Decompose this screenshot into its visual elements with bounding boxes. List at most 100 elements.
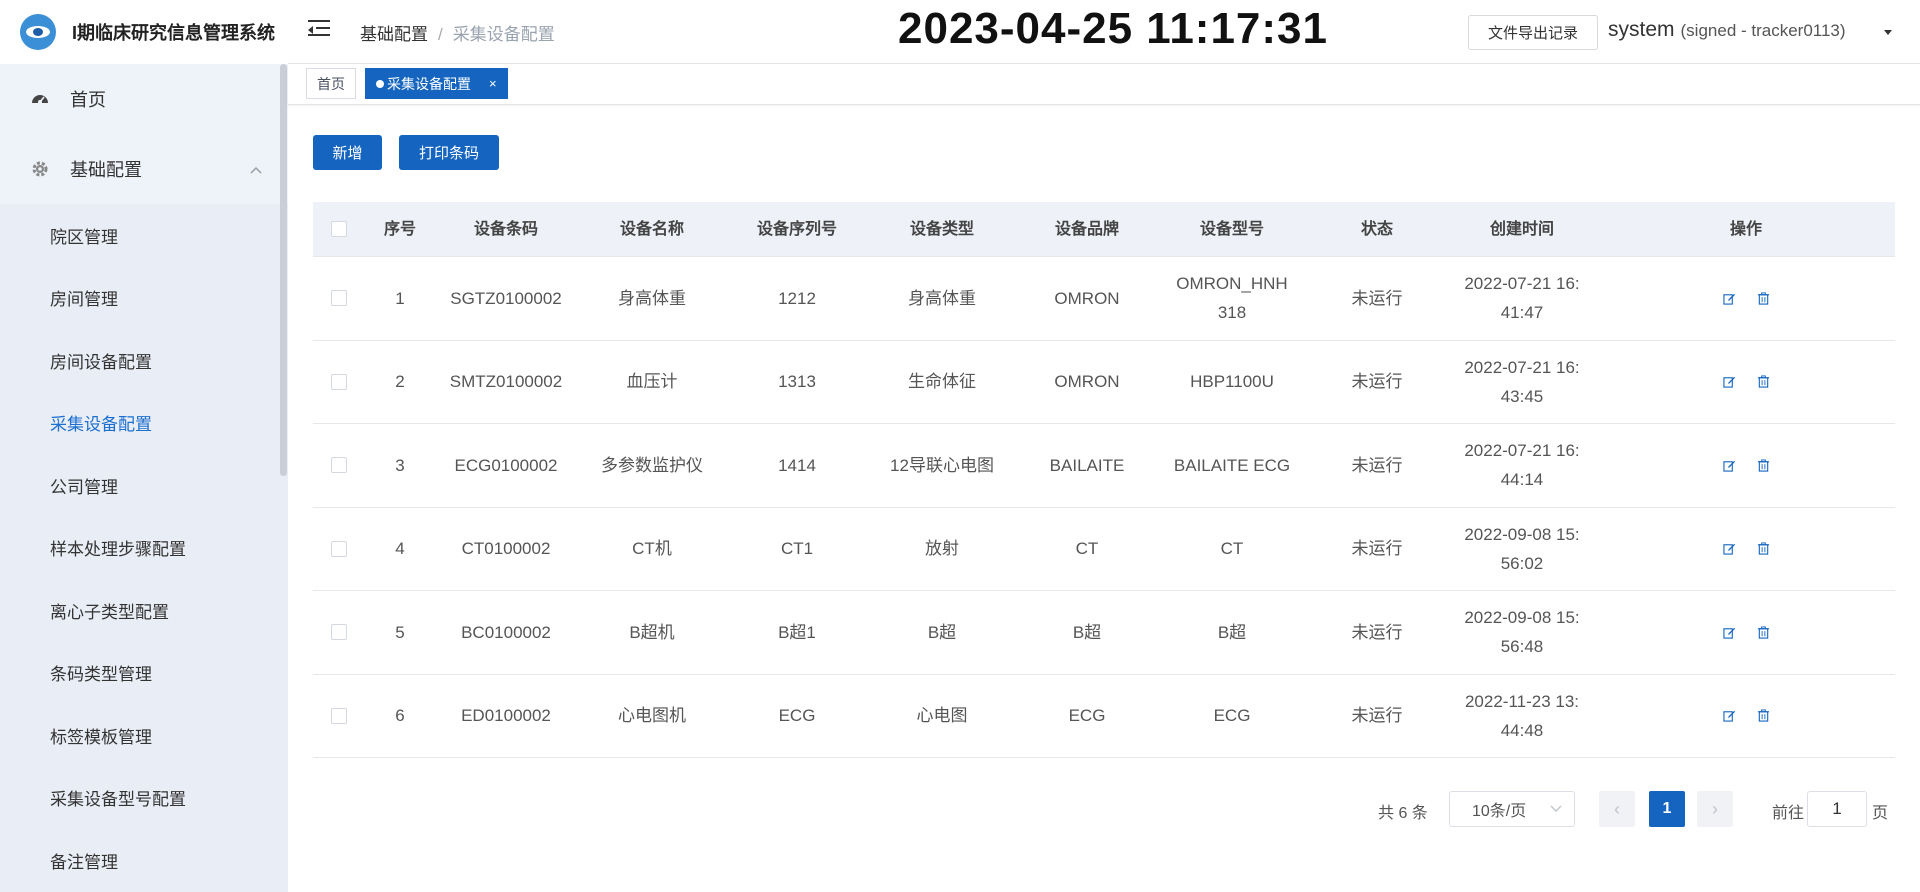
cell-index: 1 xyxy=(395,288,405,308)
cell-index: 2 xyxy=(395,372,405,392)
goto-unit-label: 页 xyxy=(1872,805,1889,822)
delete-icon[interactable] xyxy=(1755,708,1771,724)
row-checkbox[interactable] xyxy=(331,457,347,474)
edit-icon[interactable] xyxy=(1721,290,1737,306)
cell-created: 2022-09-08 15: 56:48 xyxy=(1464,608,1580,657)
col-header-code: 设备条码 xyxy=(473,220,538,238)
row-checkbox[interactable] xyxy=(331,373,347,390)
row-actions xyxy=(1597,290,1895,306)
page-number-button[interactable]: 1 xyxy=(1649,791,1685,827)
cell-index: 6 xyxy=(395,706,405,726)
prev-page-button[interactable]: ‹ xyxy=(1599,791,1635,827)
sidebar-item-label: 离心子类型配置 xyxy=(50,602,169,622)
sidebar-item-6[interactable]: 样本处理步骤配置 xyxy=(0,517,288,580)
menu-home[interactable]: 首页 xyxy=(0,64,288,134)
sidebar-item-label: 房间设备配置 xyxy=(50,352,152,372)
menu-group-basic-config[interactable]: 基础配置 xyxy=(0,134,288,204)
sidebar-item-label: 标签模板管理 xyxy=(50,727,152,747)
row-checkbox[interactable] xyxy=(331,707,347,724)
edit-icon[interactable] xyxy=(1721,541,1737,557)
row-select-cell xyxy=(313,457,365,474)
cell-serial: 1212 xyxy=(778,288,816,308)
sidebar-item-8[interactable]: 条码类型管理 xyxy=(0,642,288,705)
edit-icon[interactable] xyxy=(1721,708,1737,724)
col-header-status: 状态 xyxy=(1360,220,1393,238)
cell-brand: CT xyxy=(1075,539,1099,559)
next-page-button[interactable]: › xyxy=(1697,791,1733,827)
delete-icon[interactable] xyxy=(1755,290,1771,306)
sidebar-item-4[interactable]: 采集设备配置 xyxy=(0,392,288,455)
row-checkbox[interactable] xyxy=(331,540,347,557)
delete-icon[interactable] xyxy=(1755,624,1771,640)
delete-icon[interactable] xyxy=(1755,541,1771,557)
breadcrumb-separator: / xyxy=(438,25,443,44)
table-row: 3 ECG0100002 多参数监护仪 1414 12导联心电图 BAILAITE BAIL… xyxy=(313,424,1895,508)
breadcrumb-item-basic-config[interactable]: 基础配置 xyxy=(360,25,428,44)
sidebar-item-label: 备注管理 xyxy=(50,852,118,872)
cell-model: B超 xyxy=(1217,622,1247,642)
edit-icon[interactable] xyxy=(1721,374,1737,390)
user-menu[interactable]: system (signed - tracker0113) xyxy=(1608,18,1846,42)
caret-down-icon[interactable] xyxy=(1884,30,1892,35)
tab-collect-device-config[interactable]: 采集设备配置 × xyxy=(365,68,508,99)
breadcrumb-item-current: 采集设备配置 xyxy=(452,25,555,44)
user-name: system xyxy=(1608,18,1675,41)
collapse-menu-icon[interactable] xyxy=(308,20,330,40)
sidebar-item-5[interactable]: 公司管理 xyxy=(0,454,288,517)
add-button[interactable]: 新增 xyxy=(313,135,382,170)
export-records-button[interactable]: 文件导出记录 xyxy=(1468,15,1598,50)
cell-code: BC0100002 xyxy=(461,622,551,642)
tab-home[interactable]: 首页 xyxy=(306,68,356,99)
cell-model: OMRON_HNH 318 xyxy=(1176,274,1288,323)
user-signed-status: (signed - tracker0113) xyxy=(1680,21,1846,40)
clock: 2023-04-25 11:17:31 xyxy=(898,4,1328,53)
cell-created: 2022-09-08 15: 56:02 xyxy=(1464,524,1580,573)
sidebar-item-11[interactable]: 备注管理 xyxy=(0,829,288,892)
cell-index: 5 xyxy=(395,622,405,642)
tabs-bar: 首页 采集设备配置 × xyxy=(288,64,1920,105)
cell-code: ED0100002 xyxy=(461,706,551,726)
table-row: 1 SGTZ0100002 身高体重 1212 身高体重 OMRON OMRON_HNH 3… xyxy=(313,257,1895,341)
print-barcode-button[interactable]: 打印条码 xyxy=(399,135,499,170)
sidebar-item-3[interactable]: 房间设备配置 xyxy=(0,329,288,392)
page-size-select[interactable]: 10条/页 xyxy=(1449,791,1575,827)
chevron-left-icon: ‹ xyxy=(1614,798,1620,819)
row-checkbox[interactable] xyxy=(331,624,347,641)
select-all-checkbox[interactable] xyxy=(331,221,347,237)
sidebar-item-10[interactable]: 采集设备型号配置 xyxy=(0,767,288,830)
sidebar-scrollbar[interactable] xyxy=(280,64,287,476)
cell-name: CT机 xyxy=(632,539,672,559)
delete-icon[interactable] xyxy=(1755,457,1771,473)
row-select-cell xyxy=(313,624,365,641)
device-table: 序号 设备条码 设备名称 设备序列号 设备类型 设备品牌 设备型号 状态 创建时… xyxy=(313,202,1895,758)
cell-status: 未运行 xyxy=(1351,539,1403,559)
cell-type: 生命体征 xyxy=(908,372,976,392)
sidebar-item-2[interactable]: 房间管理 xyxy=(0,267,288,330)
row-select-cell xyxy=(313,290,365,307)
cell-created: 2022-11-23 13: 44:48 xyxy=(1464,691,1580,740)
sidebar-item-1[interactable]: 院区管理 xyxy=(0,204,288,267)
sidebar-item-label: 样本处理步骤配置 xyxy=(50,540,186,560)
goto-page-input[interactable] xyxy=(1807,791,1867,827)
cell-created: 2022-07-21 16: 41:47 xyxy=(1464,274,1580,323)
row-checkbox[interactable] xyxy=(331,290,347,307)
logo-bar: I期临床研究信息管理系统 xyxy=(0,0,288,64)
cell-brand: BAILAITE xyxy=(1049,455,1125,475)
table-row: 2 SMTZ0100002 血压计 1313 生命体征 OMRON HBP1100U 未运行 2… xyxy=(313,340,1895,424)
delete-icon[interactable] xyxy=(1755,374,1771,390)
cell-type: 心电图 xyxy=(916,706,968,726)
cell-type: 12导联心电图 xyxy=(890,455,994,475)
cell-status: 未运行 xyxy=(1351,288,1403,308)
row-actions xyxy=(1597,374,1895,390)
cell-brand: B超 xyxy=(1072,622,1102,642)
cell-model: BAILAITE ECG xyxy=(1173,455,1291,475)
edit-icon[interactable] xyxy=(1721,457,1737,473)
col-header-type: 设备类型 xyxy=(909,220,974,238)
sidebar-item-9[interactable]: 标签模板管理 xyxy=(0,704,288,767)
edit-icon[interactable] xyxy=(1721,624,1737,640)
cell-index: 3 xyxy=(395,455,405,475)
sidebar-item-7[interactable]: 离心子类型配置 xyxy=(0,579,288,642)
col-header-model: 设备型号 xyxy=(1199,220,1264,238)
row-actions xyxy=(1597,541,1895,557)
close-icon[interactable]: × xyxy=(489,76,497,91)
